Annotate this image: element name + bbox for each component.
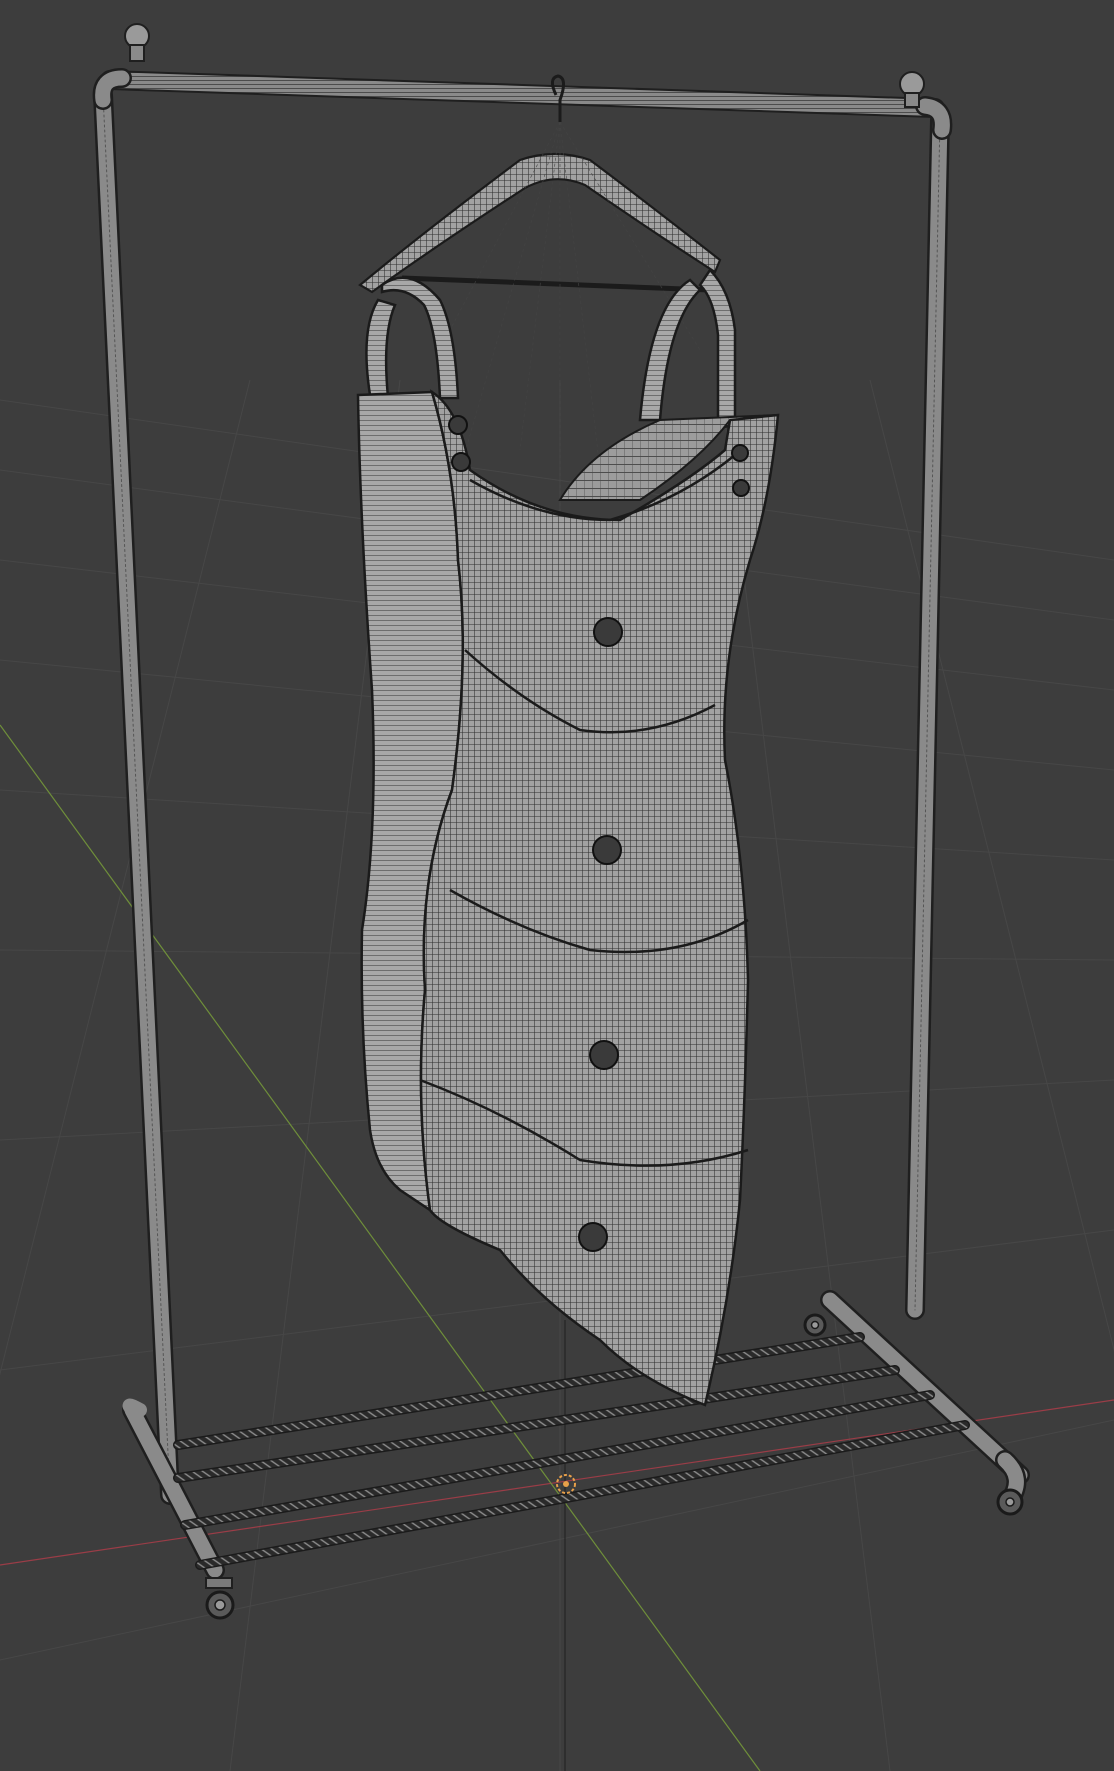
3d-viewport[interactable] xyxy=(0,0,1114,1771)
wheel-icon xyxy=(205,1577,235,1620)
shoe-shelf-bars[interactable] xyxy=(173,1332,970,1570)
wheel-icon xyxy=(996,1488,1024,1516)
dress[interactable] xyxy=(356,268,780,1407)
viewport-canvas[interactable] xyxy=(0,0,1114,1771)
dress-front-panel xyxy=(419,389,780,1407)
wheel-icon xyxy=(803,1313,827,1337)
